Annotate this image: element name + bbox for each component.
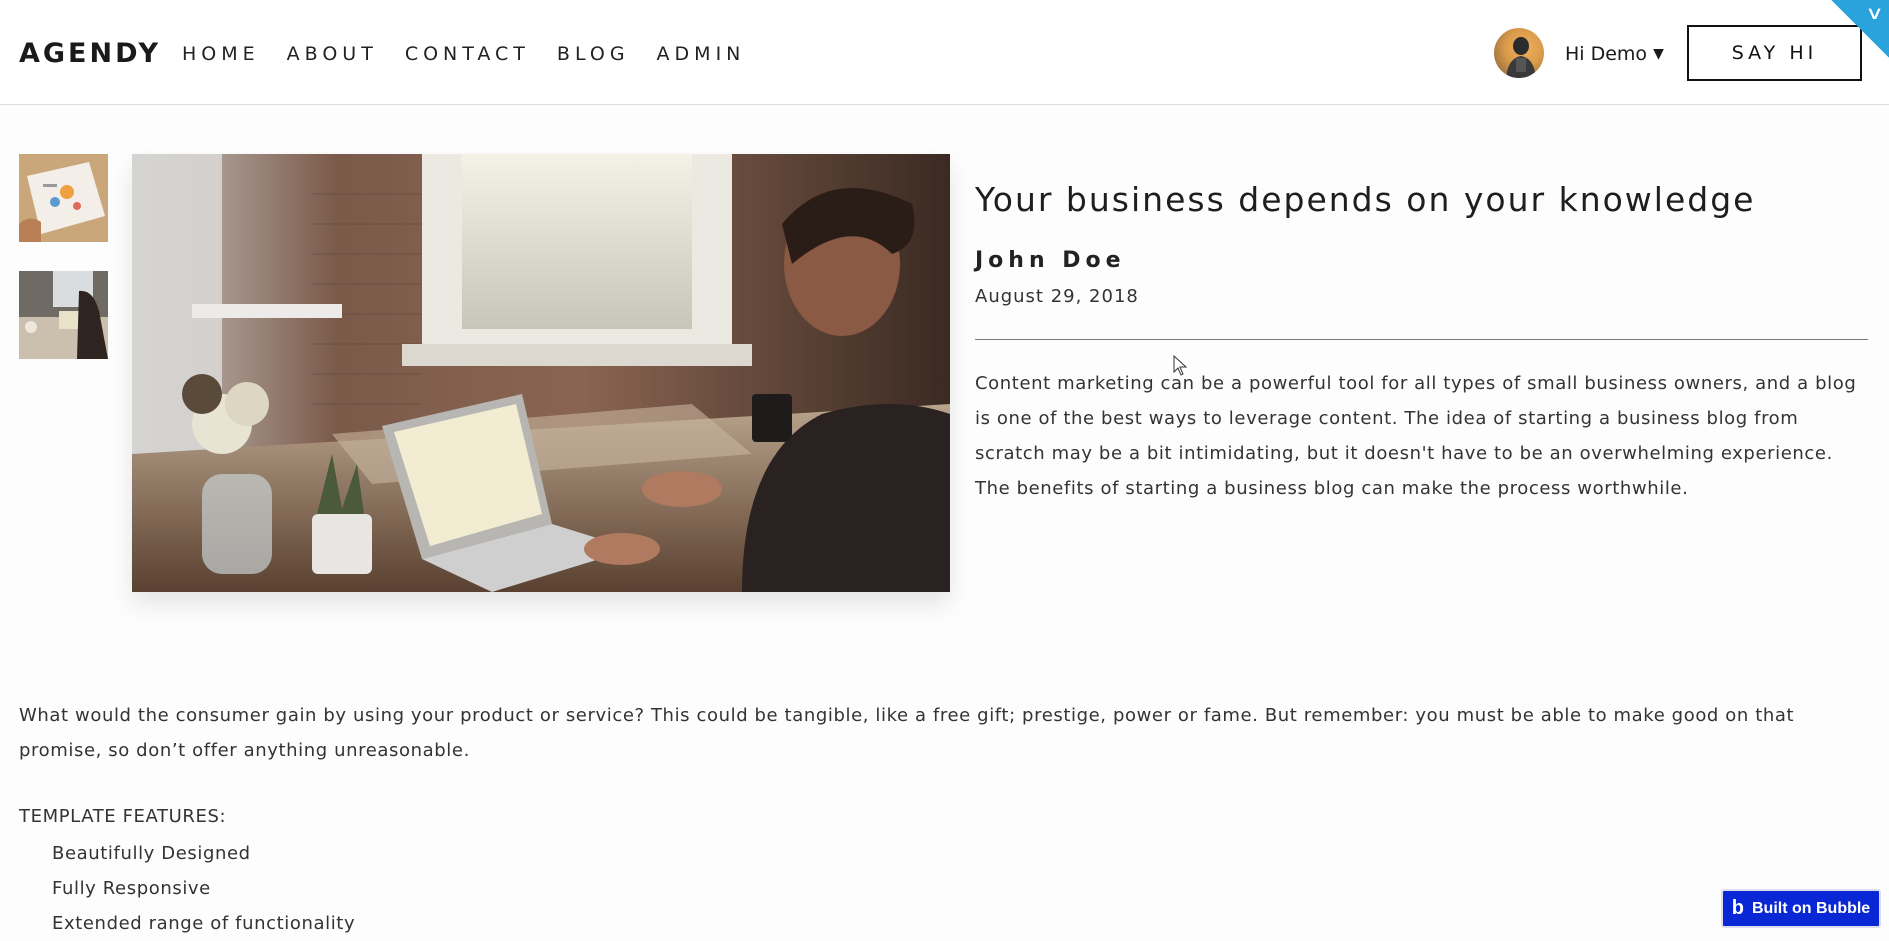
thumbnail-1-image xyxy=(19,154,108,242)
badge-label: Built on Bubble xyxy=(1752,899,1871,917)
nav-blog[interactable]: BLOG xyxy=(557,43,630,65)
site-header: AGENDY HOME ABOUT CONTACT BLOG ADMIN Hi … xyxy=(0,0,1889,105)
article-title: Your business depends on your knowledge xyxy=(975,180,1756,219)
main-nav: HOME ABOUT CONTACT BLOG ADMIN xyxy=(182,43,772,65)
features-heading: TEMPLATE FEATURES: xyxy=(19,806,227,827)
article-author: John Doe xyxy=(975,248,1126,273)
caret-down-icon: ▼ xyxy=(1653,46,1664,62)
bubble-logo-icon: b xyxy=(1731,897,1744,919)
built-on-bubble-badge[interactable]: b Built on Bubble xyxy=(1721,889,1881,928)
thumbnail-1[interactable] xyxy=(19,154,108,242)
feature-item: Beautifully Designed xyxy=(52,843,251,864)
site-logo[interactable]: AGENDY xyxy=(19,38,161,69)
hero-image xyxy=(132,154,950,592)
user-avatar[interactable] xyxy=(1494,28,1544,78)
feature-item: Fully Responsive xyxy=(52,878,211,899)
thumbnail-2[interactable] xyxy=(19,271,108,359)
divider xyxy=(975,339,1868,340)
corner-toggle[interactable]: ∨ xyxy=(1831,0,1889,58)
thumbnail-2-image xyxy=(19,271,108,359)
nav-about[interactable]: ABOUT xyxy=(287,43,378,65)
avatar-image xyxy=(1506,37,1536,78)
user-menu[interactable]: Hi Demo ▼ xyxy=(1565,43,1664,65)
article-summary: Content marketing can be a powerful tool… xyxy=(975,373,1857,499)
nav-admin[interactable]: ADMIN xyxy=(657,43,746,65)
mouse-cursor-icon xyxy=(1173,355,1188,376)
features-list: Beautifully Designed Fully Responsive Ex… xyxy=(52,836,355,941)
nav-contact[interactable]: CONTACT xyxy=(405,43,530,65)
article-date: August 29, 2018 xyxy=(975,286,1139,307)
chevron-down-icon: ∨ xyxy=(1865,3,1884,23)
nav-home[interactable]: HOME xyxy=(182,43,260,65)
hero-photo xyxy=(132,154,950,592)
user-greeting: Hi Demo xyxy=(1565,43,1648,65)
article-body: What would the consumer gain by using yo… xyxy=(19,705,1795,761)
